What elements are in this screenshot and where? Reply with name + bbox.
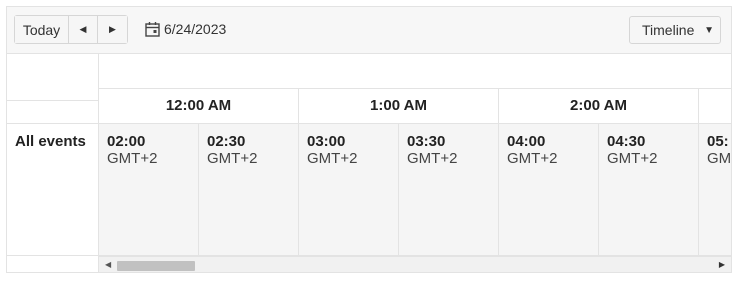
slot-timezone: GMT+2 bbox=[307, 150, 358, 167]
slot-time: 05: bbox=[707, 133, 729, 150]
time-slot[interactable]: 02:00 GMT+2 bbox=[99, 124, 199, 255]
time-slot[interactable]: 04:30 GMT+2 bbox=[599, 124, 699, 255]
slot-timezone: GMT+2 bbox=[207, 150, 258, 167]
scroll-left-icon[interactable]: ◀ bbox=[105, 260, 111, 269]
time-slot[interactable]: 04:00 GMT+2 bbox=[499, 124, 599, 255]
time-slot[interactable]: 05: GM bbox=[699, 124, 732, 255]
time-slot[interactable]: 03:00 GMT+2 bbox=[299, 124, 399, 255]
hour-header bbox=[699, 89, 731, 123]
slot-timezone: GMT+2 bbox=[607, 150, 658, 167]
scroll-right-icon[interactable]: ▶ bbox=[719, 260, 725, 269]
previous-button[interactable]: ◀ bbox=[69, 16, 98, 43]
next-button[interactable]: ▶ bbox=[98, 16, 127, 43]
today-button[interactable]: Today bbox=[15, 16, 69, 43]
hour-header: 2:00 AM bbox=[499, 89, 699, 123]
slot-timezone: GMT+2 bbox=[507, 150, 558, 167]
slot-time: 04:00 bbox=[507, 133, 546, 150]
group-header-spacer bbox=[7, 54, 98, 101]
date-header-row bbox=[99, 54, 731, 89]
timeline-grid: 12:00 AM 1:00 AM 2:00 AM 02:00 GMT+2 02:… bbox=[99, 54, 732, 272]
slot-timezone: GMT+2 bbox=[107, 150, 158, 167]
scrollbar-thumb[interactable] bbox=[117, 261, 195, 271]
current-date: 6/24/2023 bbox=[164, 21, 227, 37]
slot-time: 02:30 bbox=[207, 133, 246, 150]
group-label: All events bbox=[7, 124, 98, 256]
hour-header: 12:00 AM bbox=[99, 89, 299, 123]
date-range-button[interactable]: 6/24/2023 bbox=[145, 21, 226, 37]
slot-time: 04:30 bbox=[607, 133, 646, 150]
time-slot-row: 02:00 GMT+2 02:30 GMT+2 03:00 GMT+2 03:3… bbox=[99, 124, 732, 256]
slot-time: 03:00 bbox=[307, 133, 346, 150]
view-select-value: Timeline bbox=[642, 22, 695, 38]
scheduler: Today ◀ ▶ 6/24/2023 Timeline ▼ All event… bbox=[6, 6, 732, 273]
hour-header: 1:00 AM bbox=[299, 89, 499, 123]
scheduler-toolbar: Today ◀ ▶ 6/24/2023 Timeline ▼ bbox=[7, 7, 731, 54]
time-slot[interactable]: 02:30 GMT+2 bbox=[199, 124, 299, 255]
group-column: All events bbox=[7, 54, 99, 272]
horizontal-scrollbar[interactable]: ◀ ▶ bbox=[99, 256, 731, 272]
calendar-icon bbox=[145, 22, 160, 37]
slot-time: 03:30 bbox=[407, 133, 446, 150]
view-select[interactable]: Timeline ▼ bbox=[629, 16, 721, 44]
caret-left-icon: ◀ bbox=[79, 24, 87, 34]
slot-timezone: GM bbox=[707, 150, 732, 167]
slot-time: 02:00 bbox=[107, 133, 146, 150]
time-slot[interactable]: 03:30 GMT+2 bbox=[399, 124, 499, 255]
caret-right-icon: ▶ bbox=[109, 24, 116, 34]
chevron-down-icon: ▼ bbox=[704, 24, 714, 36]
hour-header-row: 12:00 AM 1:00 AM 2:00 AM bbox=[99, 89, 731, 124]
navigation-button-group: Today ◀ ▶ bbox=[14, 15, 128, 44]
group-header-spacer bbox=[7, 101, 98, 124]
slot-timezone: GMT+2 bbox=[407, 150, 458, 167]
